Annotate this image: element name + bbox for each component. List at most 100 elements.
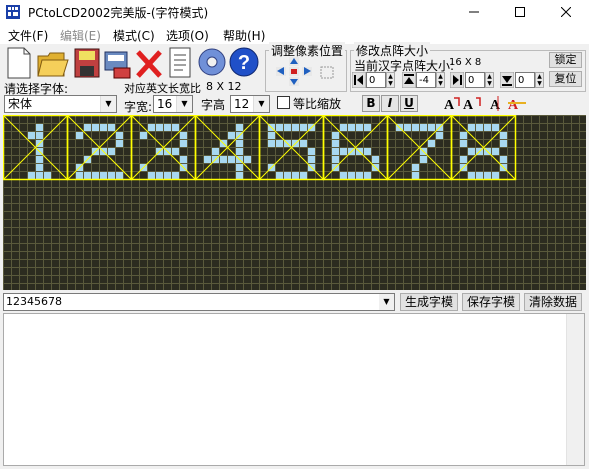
shift-down-icon[interactable] xyxy=(289,77,299,86)
help-icon[interactable]: ? xyxy=(229,47,259,77)
pixel-off xyxy=(580,164,586,171)
pixel-off xyxy=(548,244,555,251)
pixel-off xyxy=(124,124,131,131)
pixel-off xyxy=(516,124,523,131)
menu-edit[interactable]: 编辑(E) xyxy=(60,27,101,44)
pixel-off xyxy=(564,244,571,251)
left-spin-buttons[interactable]: ▲ ▼ xyxy=(386,72,395,88)
menu-help[interactable]: 帮助(H) xyxy=(223,27,265,44)
pixel-off xyxy=(260,284,267,290)
pixel-on xyxy=(204,156,211,163)
pixel-off xyxy=(228,196,235,203)
pixel-off xyxy=(388,236,395,243)
text-input-combo[interactable]: 12345678 ▼ xyxy=(3,293,395,311)
settings-gear-icon[interactable] xyxy=(198,48,226,76)
pixel-off xyxy=(260,244,267,251)
pixel-off xyxy=(68,180,75,187)
pixel-off xyxy=(252,124,259,131)
pixel-off xyxy=(500,196,507,203)
pixel-off xyxy=(100,244,107,251)
flip-icon[interactable] xyxy=(320,66,334,79)
font-family-select[interactable]: 宋体 ▼ xyxy=(4,95,117,113)
dot-matrix-canvas[interactable] xyxy=(3,115,586,290)
output-data-area[interactable] xyxy=(3,313,585,466)
pixel-off xyxy=(252,228,259,235)
new-icon[interactable] xyxy=(7,47,31,79)
rotate-right-icon[interactable]: A xyxy=(463,97,481,112)
pixel-off xyxy=(436,204,443,211)
pixel-on xyxy=(84,124,91,131)
pixel-off xyxy=(244,276,251,283)
left-spin-input[interactable]: 0 xyxy=(366,72,386,88)
pixel-off xyxy=(308,172,315,179)
right-spin-buttons[interactable]: ▲ ▼ xyxy=(485,72,494,88)
right-spin-input[interactable]: 0 xyxy=(465,72,485,88)
shift-left-icon[interactable] xyxy=(276,67,286,76)
open-icon[interactable] xyxy=(37,52,69,77)
close-button[interactable] xyxy=(543,0,589,24)
save-font-button[interactable]: 保存字模 xyxy=(462,293,520,311)
pixel-off xyxy=(260,220,267,227)
shift-center-icon[interactable] xyxy=(289,67,299,76)
pixel-off xyxy=(180,252,187,259)
reset-button[interactable]: 复位 xyxy=(549,71,582,87)
pixel-off xyxy=(380,212,387,219)
pixel-off xyxy=(188,212,195,219)
minimize-button[interactable] xyxy=(451,0,497,24)
pixel-on xyxy=(364,172,371,179)
pixel-off xyxy=(508,188,515,195)
height-select[interactable]: 12 ▼ xyxy=(230,95,270,113)
pixel-off xyxy=(52,180,59,187)
rotate-left-icon[interactable]: A xyxy=(444,97,460,112)
bold-button[interactable]: B xyxy=(362,95,380,112)
pixel-off xyxy=(444,236,451,243)
top-spin-input[interactable]: -4 xyxy=(416,72,436,88)
pixel-off xyxy=(228,276,235,283)
pixel-off xyxy=(356,236,363,243)
document-icon[interactable] xyxy=(169,47,191,78)
delete-icon[interactable] xyxy=(136,50,162,78)
menu-options[interactable]: 选项(O) xyxy=(166,27,209,44)
save-icon[interactable] xyxy=(74,48,100,78)
top-spin-buttons[interactable]: ▲ ▼ xyxy=(436,72,445,88)
pixel-off xyxy=(116,244,123,251)
underline-button[interactable]: U xyxy=(400,95,418,112)
pixel-off xyxy=(228,204,235,211)
export-icon[interactable] xyxy=(104,51,131,79)
pixel-off xyxy=(548,164,555,171)
generate-button[interactable]: 生成字模 xyxy=(400,293,458,311)
lock-button[interactable]: 锁定 xyxy=(549,52,582,68)
pixel-off xyxy=(404,212,411,219)
pixel-off xyxy=(284,260,291,267)
vertical-scrollbar[interactable] xyxy=(566,314,584,465)
menu-file[interactable]: 文件(F) xyxy=(8,27,48,44)
pixel-off xyxy=(428,228,435,235)
pixel-off xyxy=(44,260,51,267)
mirror-horizontal-icon[interactable]: A xyxy=(490,96,501,112)
pixel-off xyxy=(324,124,331,131)
pixel-off xyxy=(564,228,571,235)
pixel-off xyxy=(524,252,531,259)
shift-up-icon[interactable] xyxy=(289,57,299,66)
pixel-off xyxy=(444,228,451,235)
clear-data-button[interactable]: 清除数据 xyxy=(524,293,582,311)
shift-right-icon[interactable] xyxy=(302,67,312,76)
pixel-on xyxy=(428,140,435,147)
menu-mode[interactable]: 模式(C) xyxy=(113,27,155,44)
matrix-grid xyxy=(3,115,586,290)
proportional-checkbox[interactable] xyxy=(277,96,290,109)
pixel-off xyxy=(460,220,467,227)
pixel-on xyxy=(212,148,219,155)
bottom-spin-buttons[interactable]: ▲ ▼ xyxy=(535,72,544,88)
pixel-off xyxy=(580,124,586,131)
width-select[interactable]: 16 ▼ xyxy=(153,95,193,113)
pixel-off xyxy=(12,244,19,251)
maximize-button[interactable] xyxy=(497,0,543,24)
mirror-vertical-icon[interactable]: A xyxy=(508,98,526,112)
pixel-off xyxy=(532,260,539,267)
pixel-off xyxy=(20,164,27,171)
italic-button[interactable]: I xyxy=(381,95,399,112)
pixel-off xyxy=(4,156,11,163)
pixel-off xyxy=(340,164,347,171)
bottom-spin-input[interactable]: 0 xyxy=(515,72,535,88)
